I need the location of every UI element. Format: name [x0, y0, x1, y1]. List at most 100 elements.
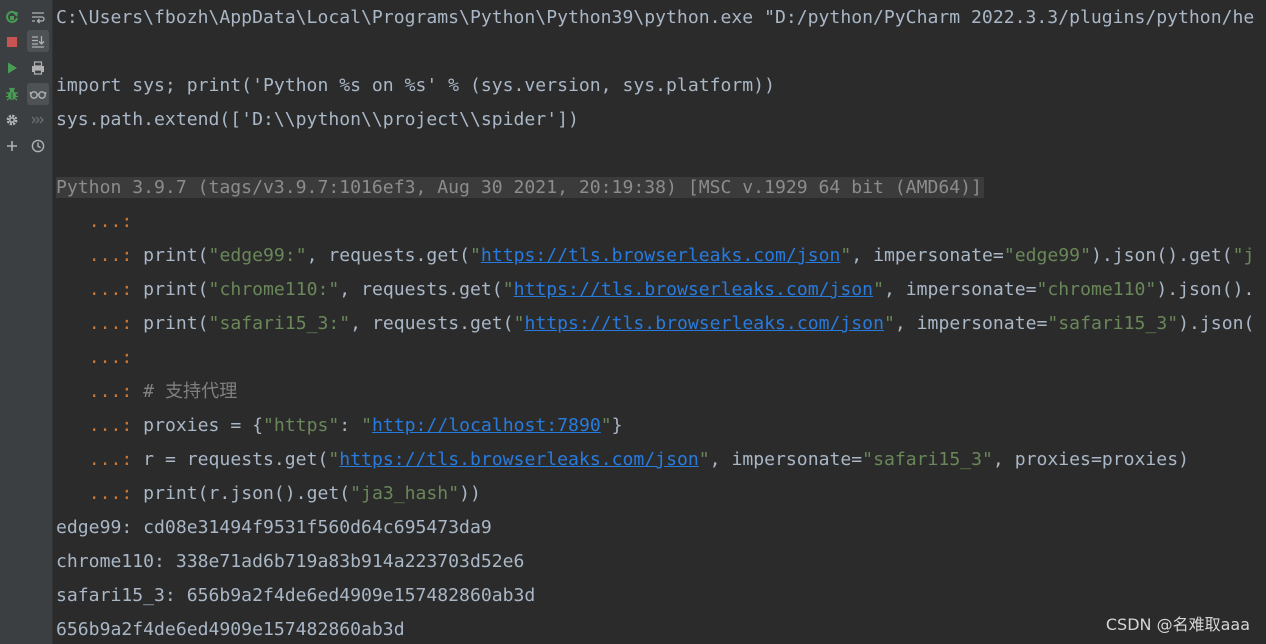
output-line: chrome110: 338e71ad6b719a83b914a223703d5…: [56, 551, 525, 572]
show-variables-button[interactable]: [27, 83, 49, 105]
stop-icon: [7, 37, 17, 47]
code-token: , impersonate=: [883, 279, 1037, 300]
scroll-to-end-button[interactable]: [27, 30, 49, 52]
string-token: "chrome110": [1036, 279, 1157, 300]
string-token: ": [513, 313, 525, 334]
string-token: ": [361, 415, 372, 436]
string-token: "safari15_3": [862, 449, 993, 470]
code-token: print(: [143, 245, 209, 266]
code-token: ).json().get(: [1090, 245, 1233, 266]
console-line: ...:: [56, 205, 133, 239]
debug-icon: [6, 87, 18, 101]
python-banner-text: Python 3.9.7 (tags/v3.9.7:1016ef3, Aug 3…: [56, 177, 984, 198]
code-token: :: [339, 415, 362, 436]
output-line: 656b9a2f4de6ed4909e157482860ab3d: [56, 619, 405, 640]
code-token: , impersonate=: [894, 313, 1048, 334]
console-line: ...: print("chrome110:", requests.get("h…: [56, 273, 1255, 307]
print-icon: [32, 61, 44, 75]
console-view-toolbar: [25, 0, 53, 644]
gear-icon: [6, 114, 18, 126]
string-token: "safari15_3:": [208, 313, 351, 334]
console-line: ...:: [56, 341, 133, 375]
stop-button[interactable]: [1, 31, 23, 53]
code-token: , proxies=proxies): [992, 449, 1189, 470]
continuation-prompt: ...:: [88, 313, 133, 334]
code-comment: # 支持代理: [143, 381, 238, 402]
new-console-button[interactable]: [1, 135, 23, 157]
string-token: "safari15_3": [1047, 313, 1179, 334]
init-line: import sys; print('Python %s on %s' % (s…: [56, 75, 775, 96]
print-button[interactable]: [27, 57, 49, 79]
string-token: ": [840, 245, 852, 266]
url-link[interactable]: http://localhost:7890: [372, 415, 601, 436]
output-line: edge99: cd08e31494f9531f560d64c695473da9: [56, 517, 492, 538]
string-token: "j: [1232, 245, 1255, 266]
execute-selection-button[interactable]: [27, 109, 49, 131]
console-line: ...: print("safari15_3:", requests.get("…: [56, 307, 1255, 341]
console-line: ...: # 支持代理: [56, 375, 238, 409]
python-banner: Python 3.9.7 (tags/v3.9.7:1016ef3, Aug 3…: [56, 171, 984, 205]
debug-button[interactable]: [1, 83, 23, 105]
command-line: C:\Users\fbozh\AppData\Local\Programs\Py…: [56, 7, 1255, 28]
code-token: ).json().: [1156, 279, 1255, 300]
continuation-prompt: ...:: [88, 211, 133, 232]
string-token: ": [883, 313, 895, 334]
string-token: "ja3_hash": [350, 483, 460, 504]
settings-button[interactable]: [1, 109, 23, 131]
continuation-prompt: ...:: [88, 347, 133, 368]
url-link[interactable]: https://tls.browserleaks.com/json: [514, 279, 873, 300]
string-token: ": [600, 415, 612, 436]
csdn-watermark: CSDN @名难取aaa: [1105, 615, 1250, 634]
code-token: ).json(: [1178, 313, 1255, 334]
string-token: ": [328, 449, 340, 470]
soft-wrap-icon: [32, 12, 45, 24]
code-token: )): [459, 483, 481, 504]
code-token: , impersonate=: [851, 245, 1004, 266]
string-token: ": [470, 245, 481, 266]
execute-selection-icon: [31, 116, 44, 124]
continuation-prompt: ...:: [88, 279, 133, 300]
console-line: ...: proxies = {"https": "http://localho…: [56, 409, 623, 443]
console-line: ...: print(r.json().get("ja3_hash")): [56, 477, 481, 511]
soft-wrap-button[interactable]: [27, 6, 49, 28]
code-token: print(: [143, 313, 209, 334]
code-token: , requests.get(: [350, 313, 514, 334]
string-token: "edge99": [1003, 245, 1091, 266]
code-token: , impersonate=: [709, 449, 863, 470]
code-token: print(: [143, 279, 209, 300]
continuation-prompt: ...:: [88, 483, 133, 504]
continuation-prompt: ...:: [88, 245, 133, 266]
history-icon: [31, 139, 45, 153]
string-token: "chrome110:": [208, 279, 340, 300]
code-token: print(r.json().get(: [143, 483, 351, 504]
continuation-prompt: ...:: [88, 415, 133, 436]
rerun-button[interactable]: [1, 6, 23, 28]
history-button[interactable]: [27, 135, 49, 157]
run-icon: [8, 62, 17, 74]
string-token: ": [502, 279, 514, 300]
string-token: "edge99:": [208, 245, 307, 266]
url-link[interactable]: https://tls.browserleaks.com/json: [339, 449, 698, 470]
url-link[interactable]: https://tls.browserleaks.com/json: [481, 245, 840, 266]
string-token: "https": [263, 415, 340, 436]
continuation-prompt: ...:: [88, 381, 133, 402]
string-token: ": [698, 449, 710, 470]
run-button[interactable]: [1, 57, 23, 79]
string-token: ": [873, 279, 884, 300]
code-token: , requests.get(: [339, 279, 503, 300]
init-line: sys.path.extend(['D:\\python\\project\\s…: [56, 109, 579, 130]
console-line: ...: print("edge99:", requests.get("http…: [56, 239, 1255, 273]
code-token: , requests.get(: [306, 245, 470, 266]
output-line: safari15_3: 656b9a2f4de6ed4909e157482860…: [56, 585, 536, 606]
python-console-window: C:\Users\fbozh\AppData\Local\Programs\Py…: [0, 0, 1266, 644]
console-actions-toolbar: [0, 0, 25, 644]
continuation-prompt: ...:: [88, 449, 133, 470]
show-variables-icon: [29, 91, 47, 99]
url-link[interactable]: https://tls.browserleaks.com/json: [524, 313, 883, 334]
scroll-to-end-icon: [32, 36, 45, 48]
code-token: proxies = {: [143, 415, 263, 436]
plus-icon: [7, 141, 17, 151]
console-output[interactable]: C:\Users\fbozh\AppData\Local\Programs\Py…: [52, 0, 1266, 644]
console-line: ...: r = requests.get("https://tls.brows…: [56, 443, 1189, 477]
rerun-icon: [6, 10, 18, 23]
